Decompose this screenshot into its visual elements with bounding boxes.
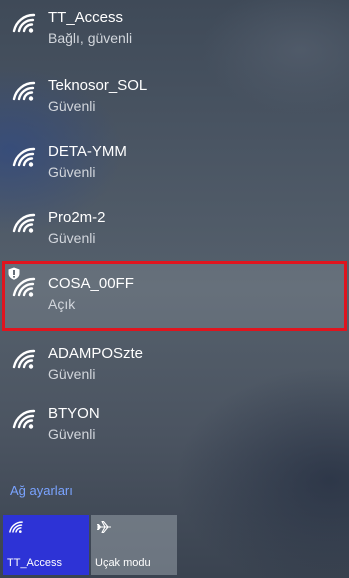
wifi-icon bbox=[11, 80, 37, 102]
network-ssid: DETA-YMM bbox=[48, 143, 127, 160]
network-flyout: TT_Access Bağlı, güvenli Teknosor_SOL Gü… bbox=[0, 0, 349, 578]
network-settings-link[interactable]: Ağ ayarları bbox=[10, 483, 73, 498]
airplane-icon bbox=[96, 520, 111, 534]
network-ssid: Teknosor_SOL bbox=[48, 77, 148, 94]
network-ssid: TT_Access bbox=[48, 9, 124, 26]
wifi-icon bbox=[11, 212, 37, 234]
network-item-cosa-00ff[interactable]: COSA_00FF Açık bbox=[2, 261, 347, 331]
wifi-icon bbox=[11, 348, 37, 370]
wifi-icon bbox=[8, 520, 24, 534]
quick-action-airplane-mode[interactable]: Uçak modu bbox=[91, 515, 177, 575]
quick-action-wifi-toggle[interactable]: TT_Access bbox=[3, 515, 89, 575]
network-item-pro2m-2[interactable]: Pro2m-2 Güvenli bbox=[0, 200, 349, 262]
wifi-icon bbox=[11, 276, 37, 298]
wifi-icon bbox=[11, 12, 37, 34]
network-item-teknosor-sol[interactable]: Teknosor_SOL Güvenli bbox=[0, 68, 349, 130]
wifi-icon bbox=[11, 146, 37, 168]
network-status: Güvenli bbox=[48, 230, 96, 246]
quick-action-label: TT_Access bbox=[7, 557, 63, 569]
network-status: Güvenli bbox=[48, 426, 96, 442]
network-status: Güvenli bbox=[48, 98, 96, 114]
network-ssid: COSA_00FF bbox=[48, 275, 134, 292]
quick-action-label: Uçak modu bbox=[95, 557, 151, 569]
network-status: Bağlı, güvenli bbox=[48, 30, 133, 46]
network-item-deta-ymm[interactable]: DETA-YMM Güvenli bbox=[0, 134, 349, 196]
network-ssid: BTYON bbox=[48, 405, 100, 422]
network-item-tt-access[interactable]: TT_Access Bağlı, güvenli bbox=[0, 0, 349, 62]
network-ssid: ADAMPOSzte bbox=[48, 345, 144, 362]
network-status: Güvenli bbox=[48, 366, 96, 382]
network-ssid: Pro2m-2 bbox=[48, 209, 106, 226]
wifi-icon bbox=[11, 408, 37, 430]
network-status: Güvenli bbox=[48, 164, 96, 180]
network-item-btyon[interactable]: BTYON Güvenli bbox=[0, 396, 349, 458]
network-status: Açık bbox=[48, 296, 76, 312]
network-item-adamposzte[interactable]: ADAMPOSzte Güvenli bbox=[0, 336, 349, 398]
